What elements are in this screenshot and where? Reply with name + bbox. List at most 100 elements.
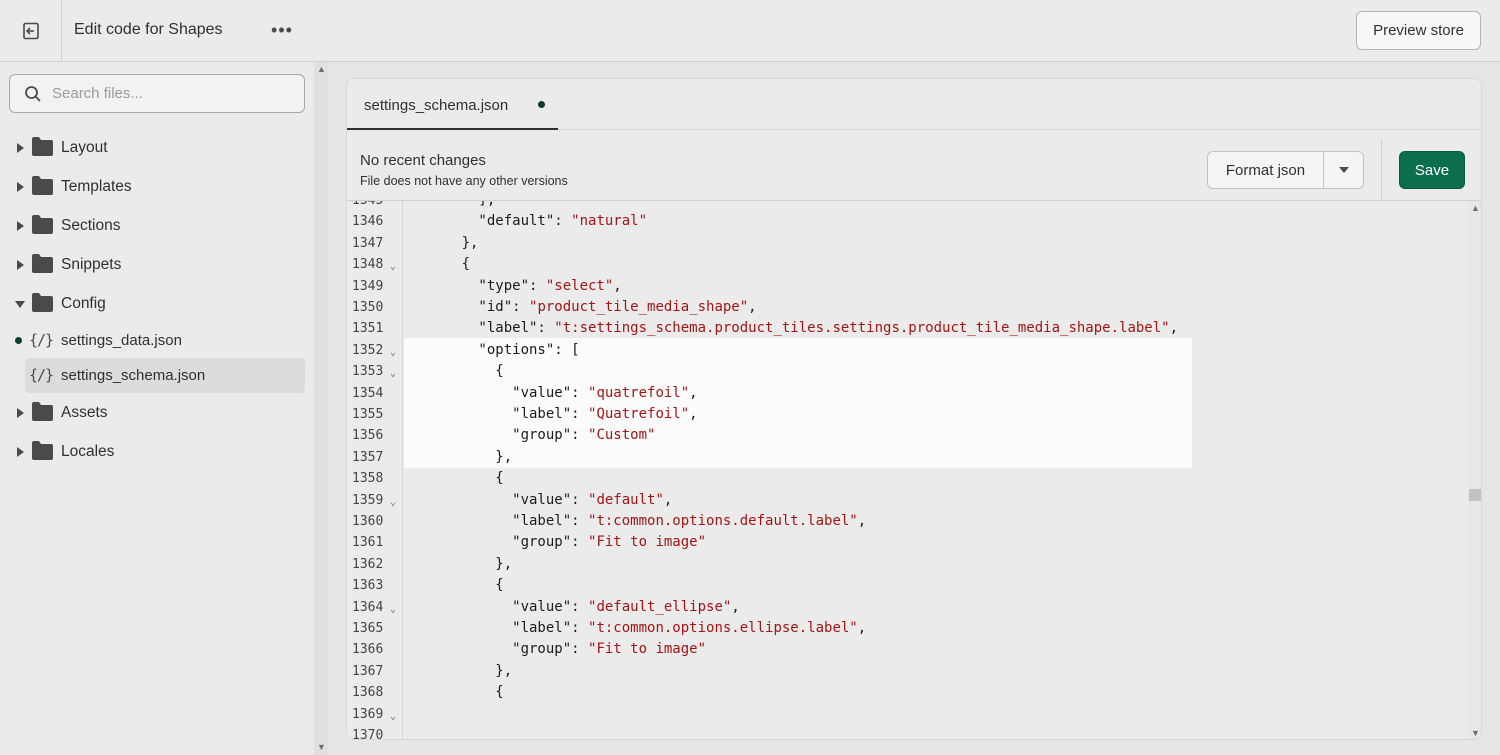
scroll-up-icon[interactable]: ▲ (1471, 203, 1480, 213)
format-json-button[interactable]: Format json (1208, 152, 1324, 188)
code-line[interactable]: 1367 }, (347, 661, 1467, 682)
fold-chevron-icon[interactable]: ⌄ (390, 706, 396, 727)
code-line[interactable]: 1357 }, (347, 447, 1467, 468)
scroll-thumb[interactable] (1469, 489, 1481, 501)
code-line[interactable]: 1363 { (347, 575, 1467, 596)
more-actions-button[interactable]: ••• (270, 18, 294, 42)
code-token: , (663, 491, 673, 508)
code-line[interactable]: 1348 ⌄ { (347, 254, 1467, 275)
line-text: "label": "t:common.options.ellipse.label… (411, 618, 866, 639)
line-text: { (411, 254, 470, 275)
folder-label: Layout (61, 139, 108, 156)
fold-chevron-icon[interactable]: ⌄ (390, 363, 396, 384)
string-token: "t:common.options.ellipse.label" (588, 620, 858, 636)
tab-settings-schema[interactable]: settings_schema.json (347, 79, 558, 130)
folder-locales[interactable]: Locales (0, 432, 314, 471)
scroll-up-icon[interactable]: ▲ (317, 64, 326, 74)
line-number: 1358 (352, 471, 384, 487)
code-line[interactable]: 1370 (347, 725, 1467, 739)
line-text: }, (411, 233, 479, 254)
code-line[interactable]: 1350 "id": "product_tile_media_shape", (347, 297, 1467, 318)
format-options-button[interactable] (1324, 152, 1363, 188)
editor-scrollbar[interactable]: ▲ ▼ (1467, 201, 1481, 739)
folder-templates[interactable]: Templates (0, 167, 314, 206)
folder-snippets[interactable]: Snippets (0, 245, 314, 284)
fold-chevron-icon[interactable]: ⌄ (390, 342, 396, 363)
folder-layout[interactable]: Layout (0, 128, 314, 167)
chevron-down-icon (1338, 167, 1349, 173)
code-line[interactable]: 1361 "group": "Fit to image" (347, 532, 1467, 553)
divider (1381, 139, 1382, 201)
line-number: 1355 (352, 407, 384, 422)
line-number: 1361 (352, 535, 384, 551)
code-token: "label": (411, 406, 589, 422)
code-editor[interactable]: 1345 ],1346 "default": "natural"1347 },1… (347, 201, 1467, 739)
search-box[interactable] (9, 74, 305, 113)
fold-chevron-icon[interactable]: ⌄ (390, 256, 396, 277)
exit-button[interactable] (0, 0, 62, 62)
json-file-icon: {/} (29, 366, 54, 384)
code-line[interactable]: 1365 "label": "t:common.options.ellipse.… (347, 618, 1467, 639)
folder-sections[interactable]: Sections (0, 206, 314, 245)
line-text: { (411, 575, 504, 596)
changes-subtitle: File does not have any other versions (360, 174, 568, 188)
folder-config[interactable]: Config (0, 284, 314, 323)
code-line[interactable]: 1346 "default": "natural" (347, 211, 1467, 232)
line-number: 1350 (352, 300, 384, 315)
code-line[interactable]: 1364 ⌄ "value": "default_ellipse", (347, 597, 1467, 618)
code-line[interactable]: 1358 { (347, 468, 1467, 489)
code-token: "group": (411, 641, 589, 658)
save-button[interactable]: Save (1399, 151, 1465, 189)
code-token: , (689, 406, 698, 422)
code-line[interactable]: 1356 "group": "Custom" (347, 425, 1467, 446)
line-number: 1363 (352, 578, 384, 594)
file-settings-data[interactable]: {/} settings_data.json (0, 323, 314, 358)
code-line[interactable]: 1353 ⌄ { (347, 361, 1467, 382)
code-token: "value": (411, 598, 589, 615)
code-line[interactable]: 1369 ⌄ (347, 704, 1467, 725)
line-number: 1357 (352, 449, 384, 465)
unsaved-dot (538, 101, 545, 108)
code-line[interactable]: 1347 }, (347, 233, 1467, 254)
unsaved-dot (15, 337, 22, 344)
code-token: { (411, 577, 504, 594)
code-token: , (689, 384, 698, 401)
code-token: , (857, 620, 867, 636)
code-line[interactable]: 1345 ], (347, 201, 1467, 211)
preview-store-button[interactable]: Preview store (1356, 11, 1481, 50)
code-line[interactable]: 1355 "label": "Quatrefoil", (347, 404, 1467, 425)
more-icon: ••• (271, 19, 293, 40)
caret-right-icon (15, 142, 25, 154)
code-line[interactable]: 1362 }, (347, 554, 1467, 575)
line-number: 1347 (352, 235, 384, 251)
file-settings-schema[interactable]: {/} settings_schema.json (25, 358, 305, 393)
code-line[interactable]: 1349 "type": "select", (347, 276, 1467, 297)
code-token: "default": (411, 213, 572, 230)
folder-icon (32, 215, 53, 239)
code-line[interactable]: 1366 "group": "Fit to image" (347, 639, 1467, 660)
code-line[interactable]: 1354 "value": "quatrefoil", (347, 383, 1467, 404)
code-line[interactable]: 1351 "label": "t:settings_schema.product… (347, 318, 1467, 339)
folder-icon (32, 176, 53, 200)
sidebar-scrollbar[interactable]: ▲ ▼ (314, 62, 328, 755)
scroll-down-icon[interactable]: ▼ (317, 742, 326, 752)
code-line[interactable]: 1360 "label": "t:common.options.default.… (347, 511, 1467, 532)
string-token: "Fit to image" (588, 641, 707, 658)
fold-chevron-icon[interactable]: ⌄ (390, 492, 396, 513)
json-file-icon: {/} (29, 331, 54, 349)
line-number: 1345 (352, 201, 392, 211)
code-token: "options": [ (411, 341, 580, 358)
folder-label: Assets (61, 404, 108, 421)
code-line[interactable]: 1368 { (347, 682, 1467, 703)
caret-right-icon (15, 220, 25, 232)
file-sidebar: Layout Templates Sections Snippets Confi… (0, 62, 314, 755)
scroll-down-icon[interactable]: ▼ (1471, 728, 1480, 738)
code-token: "label": (411, 620, 589, 636)
line-text: { (411, 361, 503, 382)
fold-chevron-icon[interactable]: ⌄ (390, 599, 396, 620)
folder-assets[interactable]: Assets (0, 393, 314, 432)
folder-label: Snippets (61, 256, 122, 273)
code-line[interactable]: 1359 ⌄ "value": "default", (347, 490, 1467, 511)
code-line[interactable]: 1352 ⌄ "options": [ (347, 340, 1467, 361)
search-input[interactable] (52, 85, 282, 102)
